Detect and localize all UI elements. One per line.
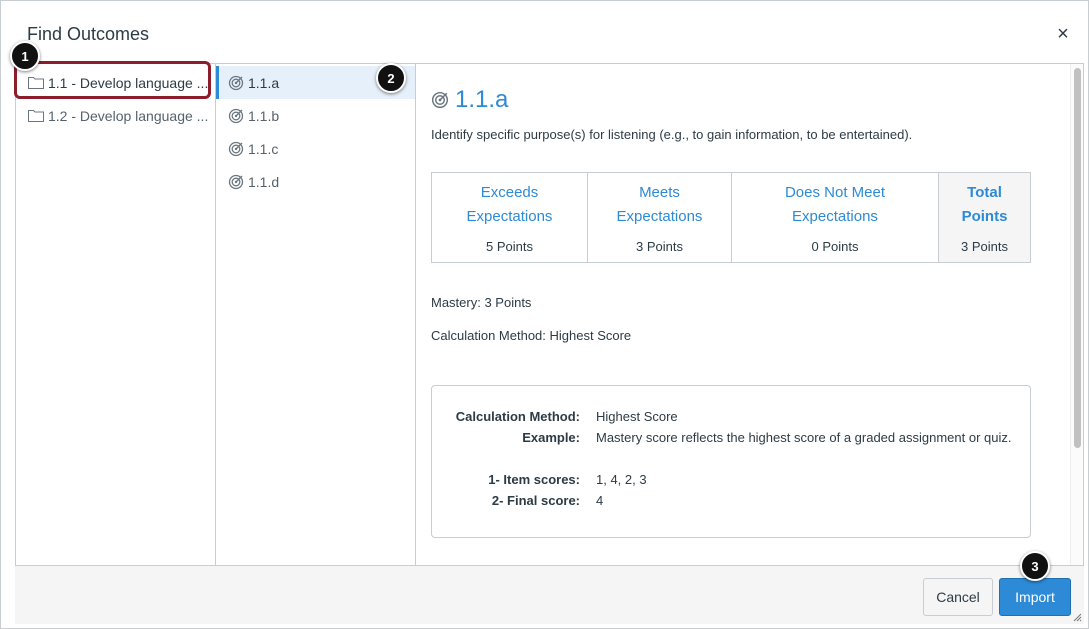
rating-points: 3 Points bbox=[961, 239, 1008, 254]
outcome-item-1-1-d[interactable]: 1.1.d bbox=[216, 165, 415, 198]
outcome-detail-panel: 1.1.a Identify specific purpose(s) for l… bbox=[416, 64, 1071, 565]
outcome-item-label: 1.1.d bbox=[248, 173, 280, 190]
group-item-1-2[interactable]: 1.2 - Develop language ... bbox=[16, 99, 215, 132]
outcome-item-1-1-c[interactable]: 1.1.c bbox=[216, 132, 415, 165]
folder-icon bbox=[28, 110, 44, 122]
import-button[interactable]: Import bbox=[999, 578, 1071, 616]
close-icon[interactable]: × bbox=[1054, 24, 1072, 44]
folder-icon bbox=[28, 77, 44, 89]
scrollbar-thumb[interactable] bbox=[1074, 68, 1081, 448]
group-item-1-1[interactable]: 1.1 - Develop language ... bbox=[16, 66, 215, 99]
target-icon bbox=[431, 91, 449, 109]
outcome-groups-column: 1.1 - Develop language ... 1.2 - Develop… bbox=[14, 61, 216, 565]
outcomes-column: 1.1.a 1.1.b 1.1.c 1.1.d bbox=[216, 64, 416, 565]
dialog-footer: Cancel Import bbox=[15, 565, 1084, 624]
target-icon bbox=[228, 108, 244, 123]
calculation-method-text: Calculation Method: Highest Score bbox=[431, 328, 632, 343]
calc-value: 4 bbox=[596, 493, 604, 508]
group-item-label: 1.1 - Develop language ... bbox=[48, 74, 209, 91]
ratings-table: Exceeds Expectations 5 Points Meets Expe… bbox=[431, 172, 1031, 263]
calc-value: 1, 4, 2, 3 bbox=[596, 472, 647, 487]
find-outcomes-dialog: Find Outcomes × 1.1 - Develop language .… bbox=[0, 0, 1089, 629]
calculation-example-box: Calculation Method: Highest Score Exampl… bbox=[431, 385, 1031, 538]
rating-description: Total Points bbox=[961, 184, 1008, 225]
rating-description: Exceeds Expectations bbox=[466, 184, 553, 225]
target-icon bbox=[228, 75, 244, 90]
target-icon bbox=[228, 174, 244, 189]
rating-description: Meets Expectations bbox=[616, 184, 703, 225]
outcome-item-label: 1.1.b bbox=[248, 107, 280, 124]
outcome-title: 1.1.a bbox=[431, 86, 508, 114]
calc-label: 2- Final score: bbox=[491, 493, 580, 508]
cancel-button[interactable]: Cancel bbox=[923, 578, 993, 616]
outcome-title-text: 1.1.a bbox=[455, 86, 509, 113]
resize-grip-icon[interactable] bbox=[1072, 612, 1082, 622]
calc-label: 1- Item scores: bbox=[488, 472, 580, 487]
rating-meets: Meets Expectations 3 Points bbox=[588, 173, 732, 262]
group-item-label: 1.2 - Develop language ... bbox=[48, 107, 209, 124]
calc-label: Example: bbox=[522, 430, 580, 445]
outcome-item-label: 1.1.a bbox=[248, 74, 280, 91]
rating-does-not-meet: Does Not Meet Expectations 0 Points bbox=[732, 173, 939, 262]
calc-value: Mastery score reflects the highest score… bbox=[596, 430, 1012, 445]
rating-points: 5 Points bbox=[486, 239, 533, 254]
rating-total: Total Points 3 Points bbox=[939, 173, 1030, 262]
dialog-title: Find Outcomes bbox=[27, 24, 150, 44]
dialog-body: 1.1 - Develop language ... 1.2 - Develop… bbox=[14, 61, 1084, 565]
outcome-description: Identify specific purpose(s) for listeni… bbox=[431, 127, 913, 142]
outcome-item-label: 1.1.c bbox=[248, 140, 279, 157]
rating-points: 0 Points bbox=[811, 239, 859, 254]
mastery-text: Mastery: 3 Points bbox=[431, 295, 532, 310]
target-icon bbox=[228, 141, 244, 156]
calc-value: Highest Score bbox=[596, 409, 678, 424]
callout-marker-3: 3 bbox=[1020, 551, 1050, 581]
detail-scrollbar[interactable] bbox=[1070, 64, 1083, 565]
rating-description: Does Not Meet Expectations bbox=[784, 184, 886, 225]
calc-label: Calculation Method: bbox=[455, 409, 580, 424]
callout-marker-1: 1 bbox=[10, 41, 40, 71]
rating-exceeds: Exceeds Expectations 5 Points bbox=[432, 173, 588, 262]
rating-points: 3 Points bbox=[636, 239, 683, 254]
outcome-item-1-1-b[interactable]: 1.1.b bbox=[216, 99, 415, 132]
callout-marker-2: 2 bbox=[376, 63, 406, 93]
